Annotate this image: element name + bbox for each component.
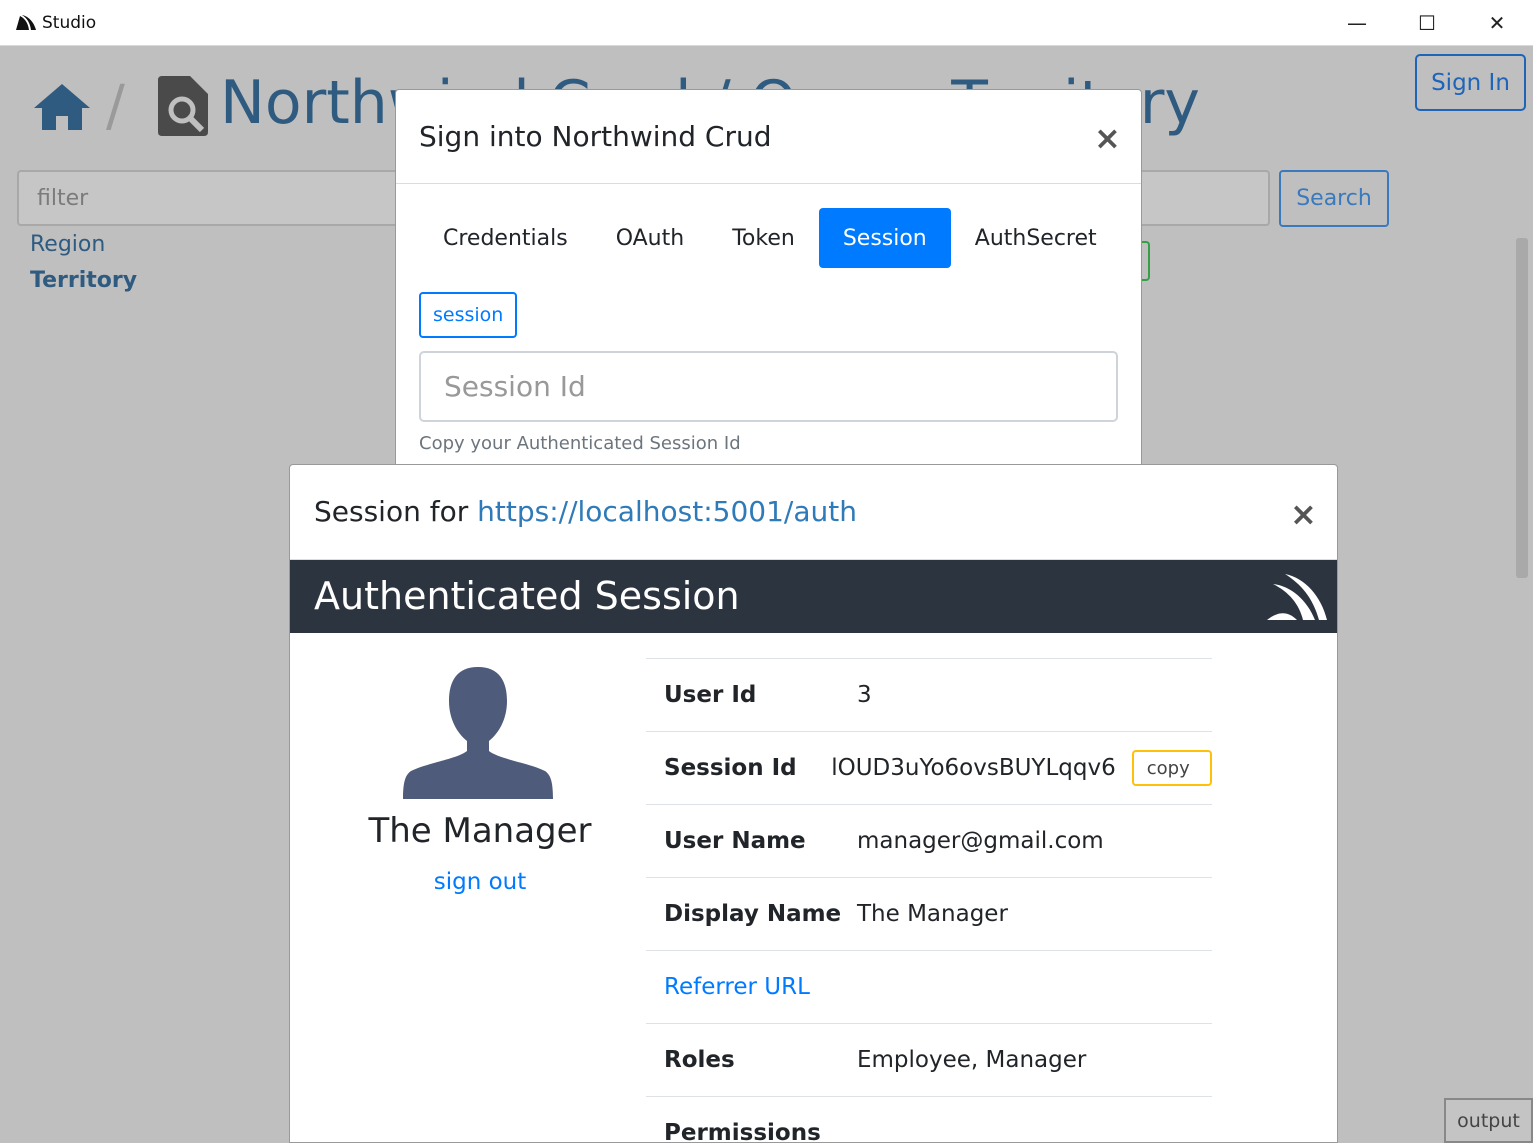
session-url-link[interactable]: https://localhost:5001/auth [477,495,857,528]
table-row: User Id 3 [646,659,1212,732]
tab-credentials[interactable]: Credentials [419,208,592,268]
row-key: Roles [664,1047,735,1073]
servicestack-logo-icon [1267,574,1327,620]
tab-oauth[interactable]: OAuth [592,208,709,268]
row-value: lOUD3uYo6ovsBUYLqqv6 [831,755,1116,781]
authenticated-session-banner: Authenticated Session [290,560,1337,633]
session-tag-button[interactable]: session [419,292,518,338]
session-info-table: User Id 3 Session Id lOUD3uYo6ovsBUYLqqv… [646,658,1212,1143]
query-icon [158,76,208,136]
window-titlebar: Studio — ☐ ✕ [0,0,1533,46]
row-key: Session Id [664,755,797,781]
breadcrumb-separator: / [106,74,125,139]
tab-token[interactable]: Token [708,208,819,268]
table-row: Session Id lOUD3uYo6ovsBUYLqqv6 copy [646,732,1212,805]
signin-modal-header: Sign into Northwind Crud × [396,90,1141,184]
search-button[interactable]: Search [1279,170,1389,227]
row-key: User Id [664,682,757,708]
window-title: Studio [42,13,97,33]
session-modal-header: Session for https://localhost:5001/auth … [290,465,1337,560]
table-row: Referrer URL [646,951,1212,1024]
nav-item-region[interactable]: Region [30,232,105,257]
servicestack-logo-icon [16,15,36,30]
row-key: User Name [664,828,806,854]
session-id-help-text: Copy your Authenticated Session Id [419,433,741,454]
output-button[interactable]: output [1444,1098,1533,1143]
table-row: Display Name The Manager [646,878,1212,951]
auth-tabs: Credentials OAuth Token Session AuthSecr… [419,208,1121,268]
tab-session[interactable]: Session [818,208,951,268]
row-key: Display Name [664,901,842,927]
tab-authsecret[interactable]: AuthSecret [951,208,1121,268]
table-row: Roles Employee, Manager [646,1024,1212,1097]
signin-modal: Sign into Northwind Crud × Credentials O… [395,89,1142,489]
close-icon[interactable]: × [1290,498,1317,530]
nav-item-territory[interactable]: Territory [30,268,137,293]
avatar [403,667,553,799]
sign-out-link[interactable]: sign out [290,869,670,895]
profile-name: The Manager [368,811,592,851]
signin-modal-title: Sign into Northwind Crud [419,120,772,153]
table-row: User Name manager@gmail.com [646,805,1212,878]
row-value: Employee, Manager [857,1047,1087,1073]
row-value: 3 [857,682,872,708]
maximize-button[interactable]: ☐ [1392,0,1462,46]
referrer-url-link[interactable]: Referrer URL [664,974,810,1000]
minimize-button[interactable]: — [1322,0,1392,46]
row-value: The Manager [857,901,1008,927]
session-modal-title: Session for https://localhost:5001/auth [314,495,857,528]
home-icon[interactable] [32,82,92,132]
banner-title: Authenticated Session [314,574,740,618]
scrollbar[interactable] [1516,238,1528,578]
copy-button[interactable]: copy [1131,750,1212,786]
sign-in-button[interactable]: Sign In [1415,54,1526,111]
row-key: Permissions [664,1120,821,1143]
session-id-input[interactable]: Session Id [419,351,1118,422]
row-value: manager@gmail.com [857,828,1104,854]
table-row: Permissions [646,1097,1212,1143]
close-window-button[interactable]: ✕ [1462,0,1532,46]
session-modal: Session for https://localhost:5001/auth … [289,464,1338,1143]
close-icon[interactable]: × [1094,122,1121,154]
session-title-prefix: Session for [314,495,478,528]
